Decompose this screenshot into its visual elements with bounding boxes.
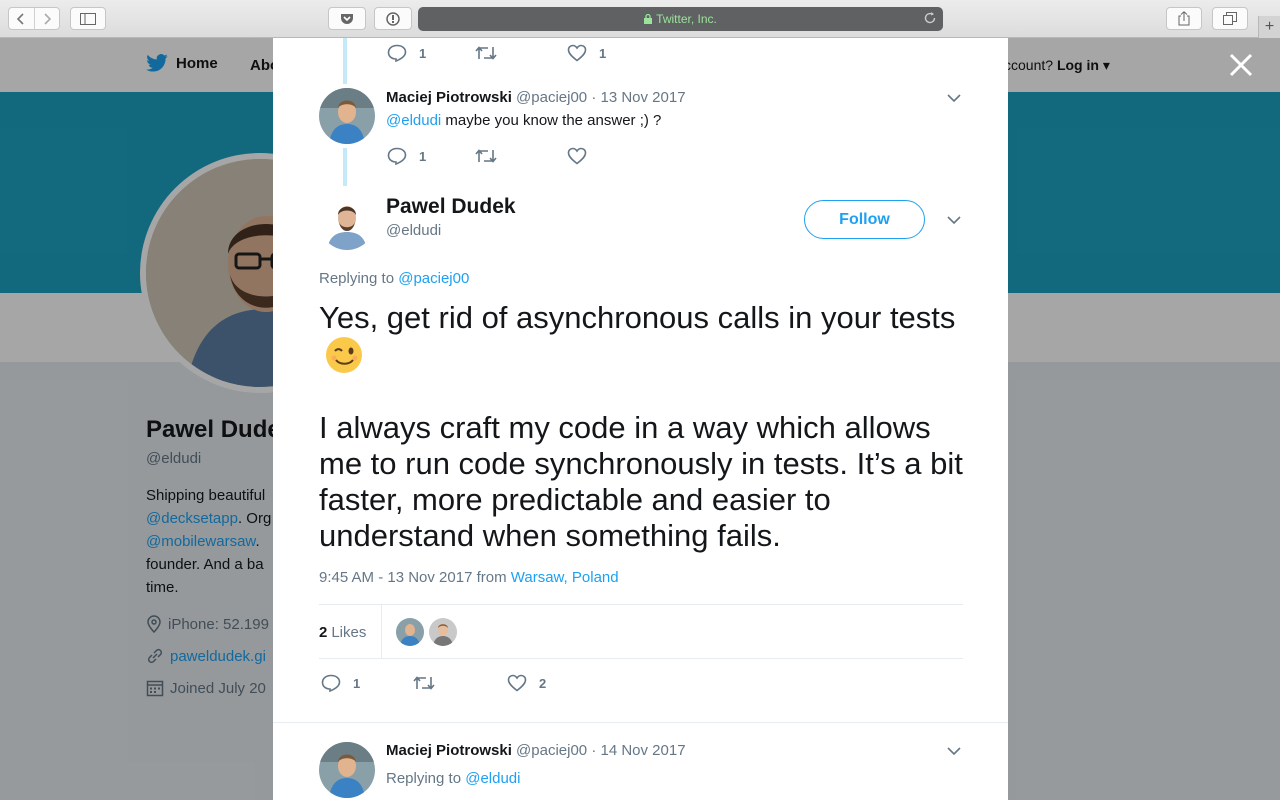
avatar[interactable] (319, 742, 375, 798)
likes-label: Likes (331, 623, 367, 641)
heart-icon (567, 147, 587, 165)
heart-icon (507, 674, 527, 692)
retweet-icon (475, 149, 497, 163)
url-display: Twitter, Inc. (644, 12, 717, 26)
replying-to-link[interactable]: @paciej00 (398, 270, 469, 287)
retweet-action[interactable] (475, 148, 567, 164)
prev-tweet-actions: 1 1 (387, 44, 606, 62)
author-handle[interactable]: @paciej00 (516, 89, 587, 106)
avatar[interactable] (319, 194, 375, 250)
tweet-location-link[interactable]: Warsaw, Poland (511, 569, 619, 586)
show-tabs-button[interactable] (1212, 7, 1248, 30)
share-icon (1178, 11, 1190, 26)
chevron-down-icon[interactable] (947, 215, 961, 225)
address-bar[interactable]: Twitter, Inc. (418, 7, 943, 31)
chevron-down-icon[interactable] (947, 93, 961, 103)
new-tab-button[interactable]: + (1258, 16, 1280, 38)
retweet-icon (475, 46, 497, 60)
liker-avatar[interactable] (396, 618, 424, 646)
history-nav (8, 7, 60, 30)
winking-face-icon (326, 337, 362, 373)
tweet-paragraph: I always craft my code in a way which al… (319, 410, 963, 553)
divider (273, 722, 1008, 723)
liker-avatar[interactable] (429, 618, 457, 646)
avatar-photo (396, 618, 424, 646)
reply-icon (321, 674, 341, 692)
retweet-action[interactable] (475, 45, 567, 61)
author-name[interactable]: Maciej Piotrowski (386, 742, 512, 759)
sidebar-icon (80, 12, 96, 25)
retweet-icon (413, 676, 435, 690)
author-handle[interactable]: @paciej00 (516, 742, 587, 759)
back-button[interactable] (9, 8, 34, 29)
avatar-photo (429, 618, 457, 646)
tweet-date[interactable]: · 13 Nov 2017 (591, 89, 685, 106)
tweet-time[interactable]: 9:45 AM - 13 Nov 2017 from (319, 569, 511, 586)
avatar-photo (319, 88, 375, 144)
author-name[interactable]: Pawel Dudek (386, 195, 516, 219)
avatar[interactable] (319, 88, 375, 144)
reply-action[interactable]: 1 (387, 147, 475, 165)
tweet-actions: 1 (387, 147, 587, 165)
tweet-date[interactable]: · 14 Nov 2017 (591, 742, 685, 759)
browser-toolbar: Twitter, Inc. + (0, 0, 1280, 38)
like-count: 2 (539, 675, 547, 691)
pocket-button[interactable] (328, 7, 366, 30)
reply-icon (387, 147, 407, 165)
divider (319, 658, 963, 659)
replying-to: Replying to @paciej00 (319, 270, 469, 287)
info-icon (386, 11, 400, 26)
divider (319, 604, 963, 605)
tweet-header: Maciej Piotrowski @paciej00 · 14 Nov 201… (386, 742, 686, 759)
reader-info-button[interactable] (374, 7, 412, 30)
follow-button[interactable]: Follow (804, 200, 925, 239)
url-label: Twitter, Inc. (656, 12, 717, 26)
like-action[interactable] (567, 147, 587, 165)
close-icon[interactable] (1226, 50, 1256, 80)
tweet-text: @eldudi maybe you know the answer ;) ? (386, 112, 661, 129)
plus-icon: + (1264, 18, 1275, 35)
chevron-right-icon (44, 12, 51, 25)
tweet-body: maybe you know the answer ;) ? (441, 112, 662, 129)
reply-count: 1 (419, 45, 427, 61)
replying-to-link[interactable]: @eldudi (465, 770, 520, 787)
like-count: 1 (599, 45, 607, 61)
retweet-action[interactable] (413, 675, 507, 691)
reply-count: 1 (353, 675, 361, 691)
likes-count: 2 (319, 623, 328, 641)
reply-action[interactable]: 1 (387, 44, 475, 62)
reload-icon[interactable] (923, 11, 937, 25)
reply-count: 1 (419, 148, 427, 164)
likes-stat[interactable]: 2 Likes (319, 605, 382, 659)
replying-prefix: Replying to (319, 270, 399, 287)
like-action[interactable]: 2 (507, 674, 546, 692)
tweet-paragraph: Yes, get rid of asynchronous calls in yo… (319, 300, 956, 335)
sidebar-toggle-button[interactable] (70, 7, 106, 30)
author-handle[interactable]: @eldudi (386, 222, 441, 239)
avatar-photo (319, 742, 375, 798)
tweet-text: Yes, get rid of asynchronous calls in yo… (319, 300, 979, 554)
reply-action[interactable]: 1 (321, 674, 413, 692)
replying-prefix: Replying to (386, 770, 466, 787)
tabs-icon (1223, 12, 1237, 25)
author-name[interactable]: Maciej Piotrowski (386, 89, 512, 106)
reply-icon (387, 44, 407, 62)
like-action[interactable]: 1 (567, 44, 606, 62)
replying-to: Replying to @eldudi (386, 770, 520, 787)
tweet-header: Maciej Piotrowski @paciej00 · 13 Nov 201… (386, 89, 686, 106)
lock-icon (644, 14, 653, 24)
mention-link[interactable]: @eldudi (386, 112, 441, 129)
avatar-photo (319, 194, 375, 250)
tweet-timestamp: 9:45 AM - 13 Nov 2017 from Warsaw, Polan… (319, 569, 619, 586)
share-button[interactable] (1166, 7, 1202, 30)
chevron-down-icon[interactable] (947, 746, 961, 756)
tweet-actions: 1 2 (321, 674, 546, 692)
tweet-permalink-modal: 1 1 Maciej Piotrowski @paciej00 · 13 Nov… (273, 38, 1008, 800)
forward-button[interactable] (33, 8, 59, 29)
thread-connector (343, 148, 347, 186)
thread-connector (343, 38, 347, 84)
heart-icon (567, 44, 587, 62)
chevron-left-icon (17, 12, 25, 25)
pocket-icon (341, 13, 353, 24)
